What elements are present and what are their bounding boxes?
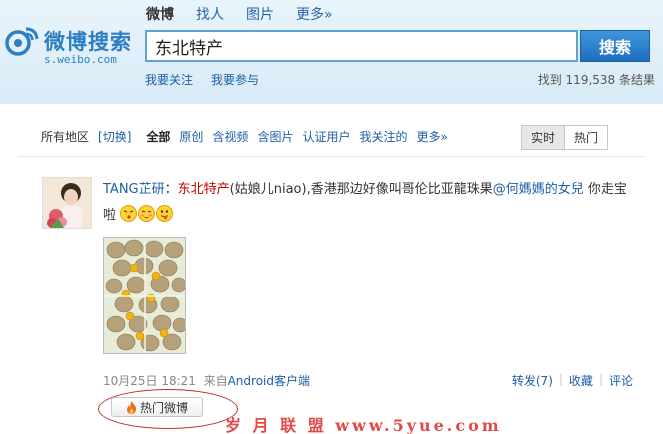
filter-bar: 所有地区 [切换] 全部 原创 含视频 含图片 认证用户 我关注的 更多»	[41, 128, 448, 145]
filter-following[interactable]: 我关注的	[359, 128, 407, 145]
logo-text: 微博搜索	[44, 30, 132, 54]
sort-hot[interactable]: 热门	[564, 126, 608, 149]
avatar-photo	[43, 178, 91, 228]
results-panel: 所有地区 [切换] 全部 原创 含视频 含图片 认证用户 我关注的 更多» 实时…	[18, 104, 645, 434]
sort-toggle: 实时 热门	[521, 125, 609, 150]
physalis-fruit-image	[104, 238, 185, 353]
top-nav: 微博 找人 图片 更多»	[146, 4, 333, 24]
search-button[interactable]: 搜索	[580, 30, 650, 62]
weibo-search-logo[interactable]: 微博搜索 s.weibo.com	[4, 20, 139, 70]
nav-images[interactable]: 图片	[246, 4, 274, 24]
post-text: (姑娘儿niao),香港那边好像叫哥伦比亚龍珠果	[229, 182, 493, 197]
search-sublinks: 我要关注 我要参与	[145, 71, 259, 88]
author-separator: ：	[164, 182, 178, 197]
hot-weibo-label: 热门微博	[139, 400, 188, 415]
kiss-emoji-icon	[120, 205, 138, 222]
blush-emoji-icon	[138, 205, 156, 222]
result-count: 找到 119,538 条结果	[537, 73, 655, 87]
logo-url: s.weibo.com	[44, 53, 117, 66]
weibo-logo-icon	[5, 27, 39, 56]
action-divider: |	[558, 372, 563, 386]
participate-link[interactable]: 我要参与	[211, 71, 259, 88]
comment-link[interactable]: 评论	[609, 372, 633, 389]
nav-find-people[interactable]: 找人	[196, 4, 224, 24]
hot-weibo-button[interactable]: 热门微博	[111, 397, 203, 417]
region-switch-link[interactable]: [切换]	[98, 128, 131, 145]
post-content: TANG芷研：东北特产(姑娘儿niao),香港那边好像叫哥伦比亚龍珠果@何媽媽的…	[103, 177, 633, 229]
filter-more[interactable]: 更多»	[416, 128, 447, 145]
favorite-link[interactable]: 收藏	[569, 372, 593, 389]
filter-images[interactable]: 含图片	[257, 128, 293, 145]
filter-all[interactable]: 全部	[146, 128, 170, 145]
tongue-emoji-icon	[156, 205, 174, 222]
filter-video[interactable]: 含视频	[212, 128, 248, 145]
flame-icon	[126, 400, 136, 414]
highlighted-keyword: 东北特产	[177, 182, 230, 197]
via-prefix: 来自	[203, 374, 228, 388]
filter-original[interactable]: 原创	[179, 128, 203, 145]
search-input[interactable]	[147, 32, 576, 60]
avatar[interactable]	[42, 177, 92, 229]
follow-link[interactable]: 我要关注	[145, 71, 193, 88]
via-client[interactable]: Android客户端	[228, 374, 310, 388]
search-box	[145, 30, 578, 62]
post-actions: 转发(7) | 收藏 | 评论	[512, 372, 633, 389]
divider	[18, 156, 645, 157]
repost-link[interactable]: 转发(7)	[512, 372, 553, 389]
mention-link[interactable]: @何媽媽的女兒	[493, 182, 584, 197]
post-thumbnail[interactable]	[103, 237, 186, 354]
post-time[interactable]: 10月25日 18:21	[103, 374, 196, 388]
nav-more[interactable]: 更多»	[296, 4, 333, 24]
nav-weibo[interactable]: 微博	[146, 4, 174, 24]
watermark: 岁 月 联 盟 www.5yue.com	[225, 416, 502, 434]
filter-verified[interactable]: 认证用户	[302, 128, 350, 145]
action-divider: |	[598, 372, 603, 386]
region-label: 所有地区	[41, 130, 90, 144]
post-author[interactable]: TANG芷研	[103, 182, 165, 197]
post-meta: 10月25日 18:21 来自Android客户端	[103, 372, 310, 389]
sort-realtime[interactable]: 实时	[522, 126, 565, 149]
header: 微博搜索 s.weibo.com 微博 找人 图片 更多» 搜索 我要关注 我要…	[0, 0, 663, 104]
